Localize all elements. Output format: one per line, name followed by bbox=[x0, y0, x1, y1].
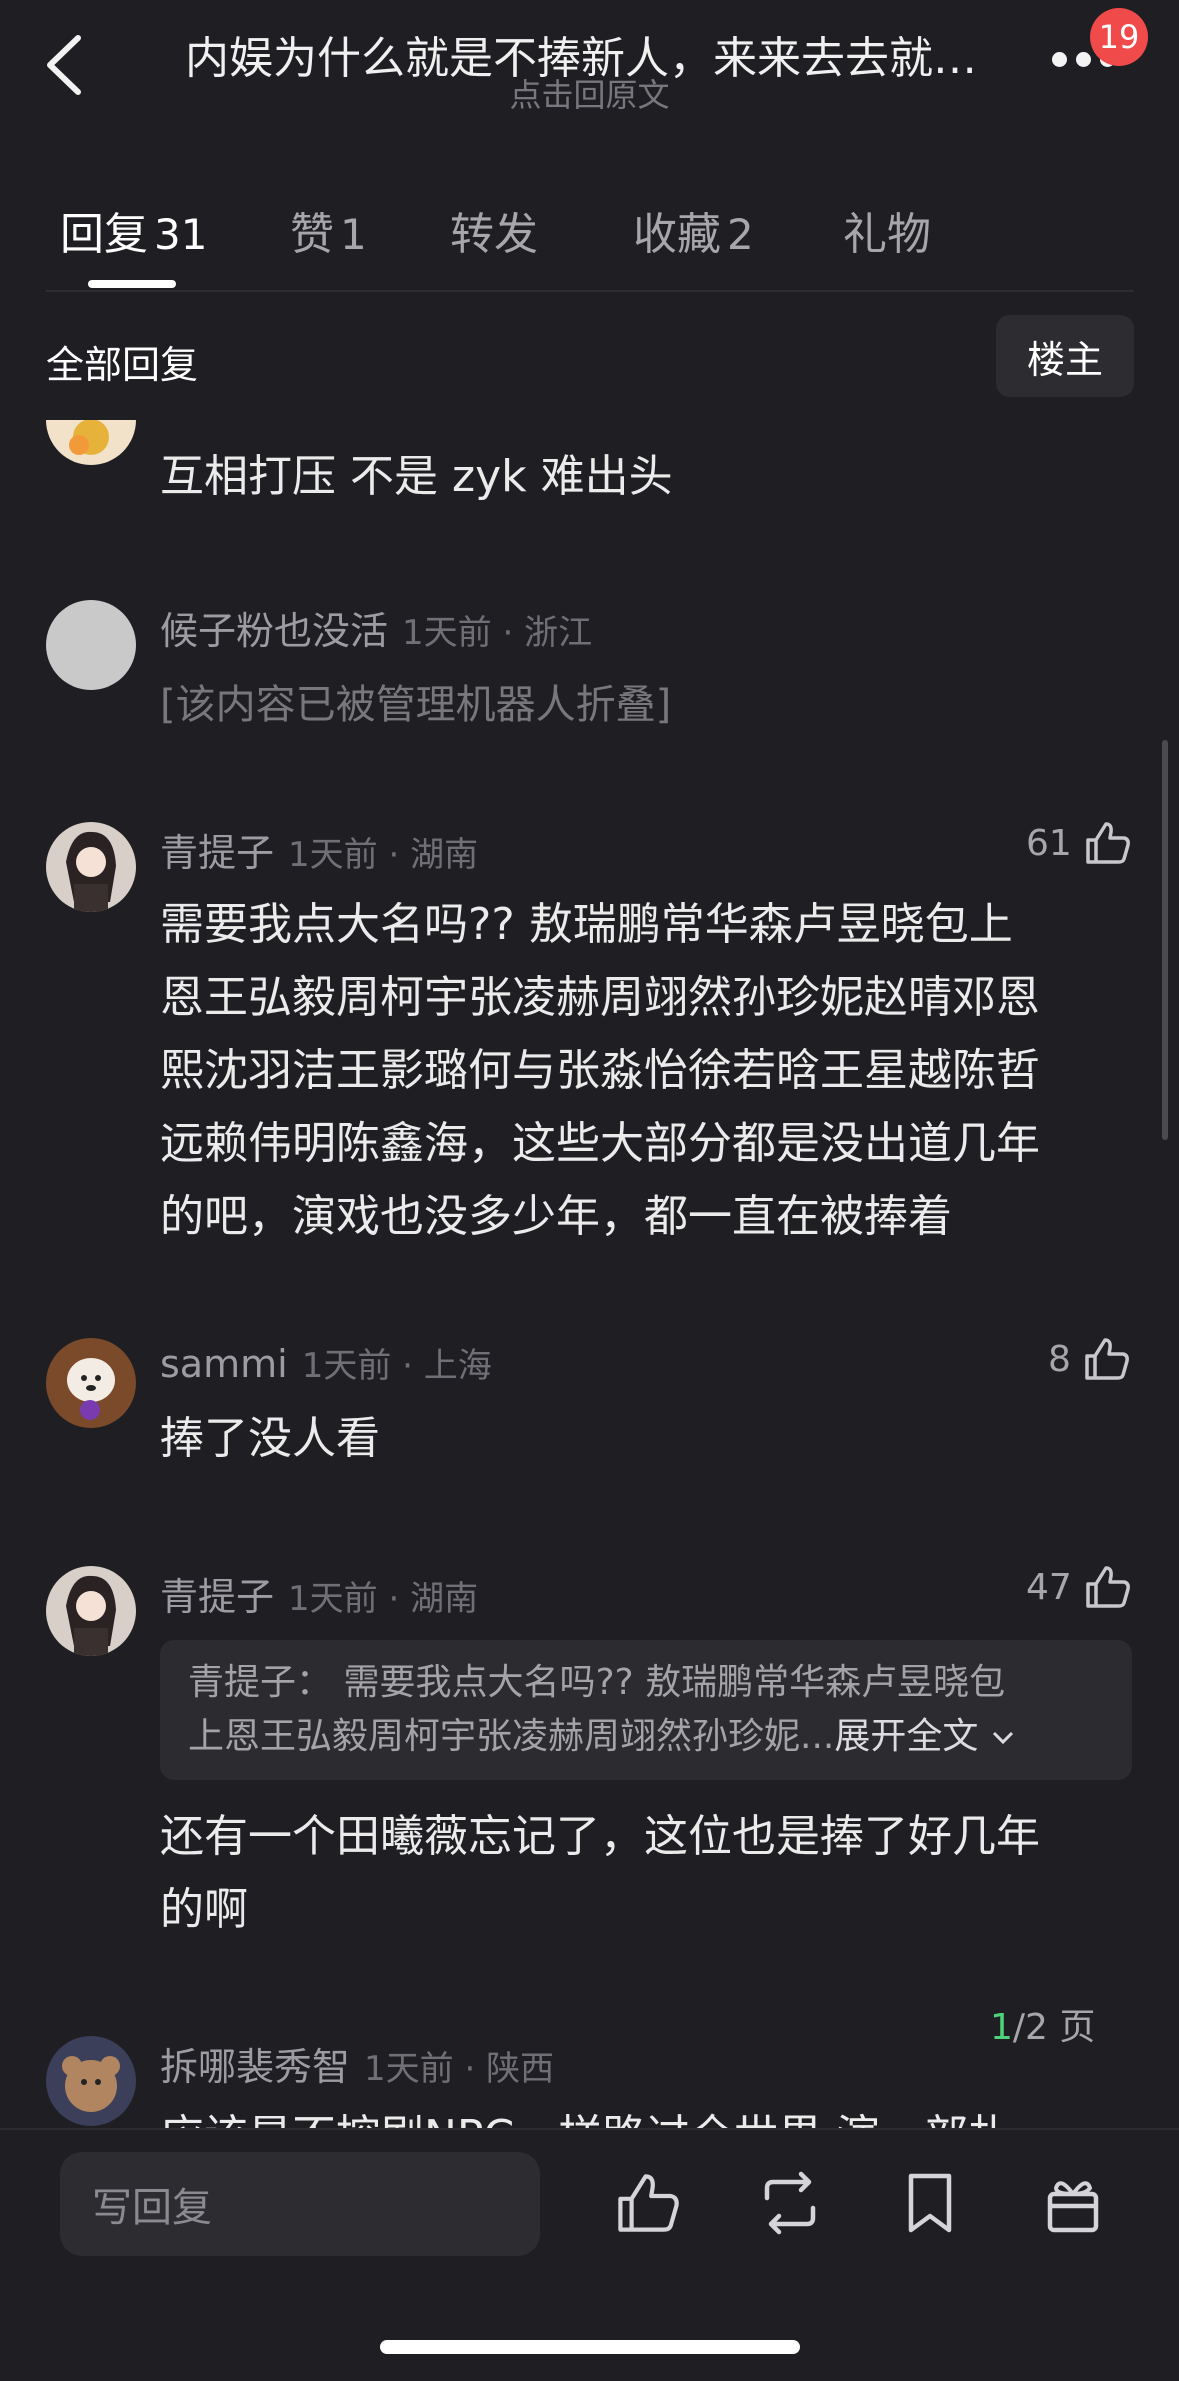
avatar[interactable] bbox=[46, 420, 136, 465]
content-line: 远赖伟明陈鑫海，这些大部分都是没出道几年 bbox=[160, 1118, 1040, 1169]
active-tab-indicator bbox=[88, 280, 176, 288]
content-line: 需要我点大名吗?? 敖瑞鹏常华森卢昱晓包上 bbox=[160, 899, 1013, 950]
content-line: 的啊 bbox=[160, 1884, 248, 1935]
comment-content: 互相打压 不是 zyk 难出头 bbox=[160, 451, 673, 502]
op-only-button[interactable]: 楼主 bbox=[996, 315, 1134, 397]
like-count: 47 bbox=[1026, 1566, 1072, 1608]
quoted-reply[interactable]: 青提子： 需要我点大名吗?? 敖瑞鹏常华森卢昱晓包 上恩王弘毅周柯宇张凌赫周翊然… bbox=[160, 1640, 1132, 1780]
thumbs-up-icon bbox=[1086, 822, 1130, 864]
comment-meta: 1天前 · 陕西 bbox=[364, 2049, 555, 2089]
comment-content: [该内容已被管理机器人折叠] bbox=[160, 682, 672, 728]
avatar[interactable] bbox=[46, 600, 136, 690]
tab-replies[interactable]: 回复 31 bbox=[60, 198, 207, 262]
comment-content: 捧了没人看 bbox=[160, 1413, 380, 1464]
username[interactable]: sammi bbox=[160, 1342, 288, 1386]
page-indicator[interactable]: 1/2 页 bbox=[990, 1998, 1095, 2050]
expand-full-text-link[interactable]: 展开全文 bbox=[834, 1716, 1015, 1757]
tab-reposts[interactable]: 转发 bbox=[450, 198, 538, 262]
tab-label: 礼物 bbox=[843, 209, 931, 260]
username[interactable]: 青提子 bbox=[160, 822, 274, 877]
repost-icon[interactable] bbox=[755, 2168, 825, 2238]
avatar[interactable] bbox=[46, 1338, 136, 1428]
thumbs-up-icon bbox=[1086, 1566, 1130, 1608]
reply-input[interactable]: 写回复 bbox=[60, 2152, 540, 2256]
avatar[interactable] bbox=[46, 1566, 136, 1656]
like-button[interactable]: 47 bbox=[1026, 1562, 1132, 1612]
expand-label: 展开全文 bbox=[834, 1716, 979, 1757]
comment-header: 青提子 1天前 · 湖南 bbox=[160, 822, 478, 877]
username[interactable]: 青提子 bbox=[160, 1566, 274, 1621]
like-button[interactable]: 61 bbox=[1026, 818, 1132, 868]
comment-header: 青提子 1天前 · 湖南 bbox=[160, 1566, 478, 1621]
all-replies-label: 全部回复 bbox=[46, 343, 199, 387]
content-line: 还有一个田曦薇忘记了，这位也是捧了好几年 bbox=[160, 1811, 1040, 1862]
thumbs-up-icon bbox=[1085, 1338, 1129, 1380]
gift-icon[interactable] bbox=[1038, 2168, 1108, 2238]
content-line: 熙沈羽洁王影璐何与张淼怡徐若晗王星越陈哲 bbox=[160, 1045, 1040, 1096]
content-line: 恩王弘毅周柯宇张凌赫周翊然孙珍妮赵晴邓恩 bbox=[160, 972, 1040, 1023]
chevron-down-icon bbox=[992, 1731, 1013, 1745]
comment-header: 候子粉也没活 1天前 · 浙江 bbox=[160, 600, 592, 655]
tabs-divider bbox=[46, 290, 1134, 292]
back-to-original-link[interactable]: 点击回原文 bbox=[0, 70, 1179, 116]
comment-meta: 1天前 · 上海 bbox=[301, 1346, 492, 1386]
quote-line: 上恩王弘毅周柯宇张凌赫周翊然孙珍妮... bbox=[188, 1716, 835, 1757]
content-line: 的吧，演戏也没多少年，都一直在被捧着 bbox=[160, 1191, 952, 1242]
comment-content: 还有一个田曦薇忘记了，这位也是捧了好几年 的啊 bbox=[160, 1800, 1140, 1946]
tab-count: 31 bbox=[154, 210, 208, 259]
comment-meta: 1天前 · 湖南 bbox=[288, 835, 479, 875]
total-pages: /2 页 bbox=[1012, 2007, 1096, 2048]
scrollbar[interactable] bbox=[1162, 740, 1168, 1140]
avatar[interactable] bbox=[46, 822, 136, 912]
comment-meta: 1天前 · 湖南 bbox=[288, 1579, 479, 1619]
tab-count: 2 bbox=[727, 210, 754, 259]
notification-badge: 19 bbox=[1090, 8, 1148, 66]
tab-label: 回复 bbox=[60, 209, 148, 260]
tab-label: 转发 bbox=[450, 209, 538, 260]
quote-line: 青提子： 需要我点大名吗?? 敖瑞鹏常华森卢昱晓包 bbox=[188, 1662, 1006, 1703]
like-button[interactable]: 8 bbox=[1048, 1334, 1131, 1384]
username[interactable]: 拆哪裴秀智 bbox=[160, 2036, 350, 2091]
tab-favorites[interactable]: 收藏 2 bbox=[633, 198, 754, 262]
tab-gifts[interactable]: 礼物 bbox=[843, 198, 931, 262]
like-icon[interactable] bbox=[612, 2168, 682, 2238]
current-page: 1 bbox=[990, 2007, 1013, 2048]
avatar[interactable] bbox=[46, 2036, 136, 2126]
home-indicator bbox=[380, 2340, 800, 2354]
tab-likes[interactable]: 赞1 bbox=[290, 198, 367, 262]
tab-label: 收藏 bbox=[633, 209, 721, 260]
bookmark-icon[interactable] bbox=[895, 2168, 965, 2238]
comment-meta: 1天前 · 浙江 bbox=[402, 613, 593, 653]
comment-header: sammi 1天前 · 上海 bbox=[160, 1338, 492, 1387]
username[interactable]: 候子粉也没活 bbox=[160, 600, 388, 655]
tab-count: 1 bbox=[340, 210, 367, 259]
tab-label: 赞 bbox=[290, 209, 334, 260]
comment-content: 需要我点大名吗?? 敖瑞鹏常华森卢昱晓包上 恩王弘毅周柯宇张凌赫周翊然孙珍妮赵晴… bbox=[160, 888, 1140, 1253]
like-count: 61 bbox=[1026, 822, 1072, 864]
like-count: 8 bbox=[1048, 1338, 1071, 1380]
comment-header: 拆哪裴秀智 1天前 · 陕西 bbox=[160, 2036, 554, 2091]
